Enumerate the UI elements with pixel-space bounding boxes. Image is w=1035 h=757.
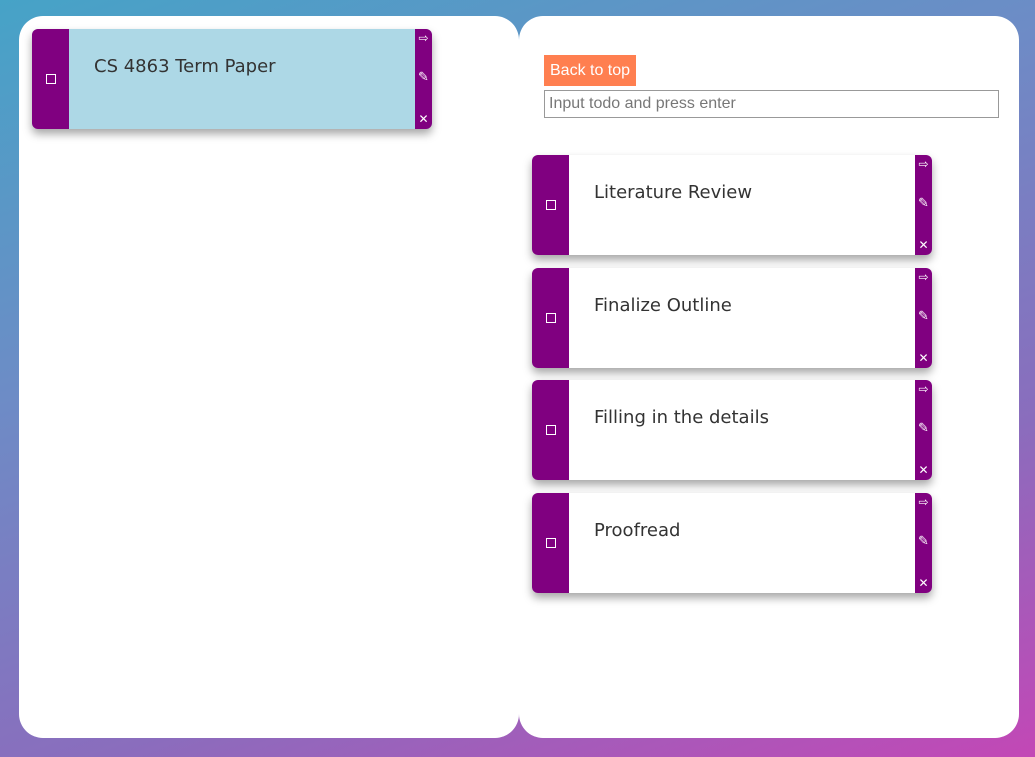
todo-title: Filling in the details <box>594 407 769 428</box>
arrow-right-icon[interactable]: ⇨ <box>915 383 932 395</box>
checkbox-strip[interactable] <box>532 268 569 368</box>
pencil-icon[interactable]: ✎ <box>915 197 932 210</box>
checkbox-icon[interactable] <box>545 425 556 435</box>
close-icon[interactable]: ✕ <box>415 113 432 125</box>
checkbox-icon[interactable] <box>545 313 556 323</box>
close-icon[interactable]: ✕ <box>915 577 932 589</box>
card-actions: ⇨ ✎ ✕ <box>915 268 932 368</box>
todo-card[interactable]: Literature Review ⇨ ✎ ✕ <box>532 155 932 255</box>
close-icon[interactable]: ✕ <box>915 239 932 251</box>
todo-title: Literature Review <box>594 182 753 203</box>
back-to-top-button[interactable]: Back to top <box>544 55 637 86</box>
card-actions: ⇨ ✎ ✕ <box>915 380 932 480</box>
todo-card-parent[interactable]: CS 4863 Term Paper ⇨ ✎ ✕ <box>32 29 432 129</box>
todo-title: Finalize Outline <box>594 295 732 316</box>
card-actions: ⇨ ✎ ✕ <box>915 155 932 255</box>
checkbox-strip[interactable] <box>32 29 69 129</box>
pencil-icon[interactable]: ✎ <box>415 71 432 84</box>
checkbox-strip[interactable] <box>532 380 569 480</box>
close-icon[interactable]: ✕ <box>915 352 932 364</box>
right-panel: Back to top Literature Review ⇨ ✎ ✕ Fina… <box>519 16 1019 738</box>
left-panel: CS 4863 Term Paper ⇨ ✎ ✕ <box>19 16 519 738</box>
todo-card[interactable]: Filling in the details ⇨ ✎ ✕ <box>532 380 932 480</box>
pencil-icon[interactable]: ✎ <box>915 535 932 548</box>
todo-input[interactable] <box>544 90 999 118</box>
arrow-right-icon[interactable]: ⇨ <box>915 496 932 508</box>
card-actions: ⇨ ✎ ✕ <box>915 493 932 593</box>
arrow-right-icon[interactable]: ⇨ <box>915 271 932 283</box>
close-icon[interactable]: ✕ <box>915 464 932 476</box>
checkbox-icon[interactable] <box>45 74 56 84</box>
pencil-icon[interactable]: ✎ <box>915 422 932 435</box>
todo-title: Proofread <box>594 520 681 541</box>
arrow-right-icon[interactable]: ⇨ <box>415 32 432 44</box>
checkbox-icon[interactable] <box>545 538 556 548</box>
checkbox-strip[interactable] <box>532 155 569 255</box>
checkbox-icon[interactable] <box>545 200 556 210</box>
checkbox-strip[interactable] <box>532 493 569 593</box>
todo-card[interactable]: Proofread ⇨ ✎ ✕ <box>532 493 932 593</box>
todo-card[interactable]: Finalize Outline ⇨ ✎ ✕ <box>532 268 932 368</box>
todo-title: CS 4863 Term Paper <box>94 56 276 77</box>
arrow-right-icon[interactable]: ⇨ <box>915 158 932 170</box>
pencil-icon[interactable]: ✎ <box>915 310 932 323</box>
card-actions: ⇨ ✎ ✕ <box>415 29 432 129</box>
